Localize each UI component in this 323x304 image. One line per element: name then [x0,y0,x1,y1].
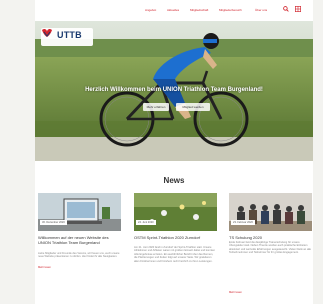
top-navigation: Angebot Aktuelles Mitgliedschaft Mitglie… [35,0,313,21]
hero-more-button[interactable]: Mehr erfahren [143,103,169,111]
news-card-image[interactable]: 30. Dezember 2020 [38,193,121,231]
news-card-title[interactable]: OSTM Sprint-Triathlon 2020 Zurndorf [134,235,217,240]
news-card-read-more[interactable]: Mehr lesen [229,291,242,294]
nav-item-mitgliedschaft[interactable]: Mitgliedschaft [190,8,208,12]
grid-icon[interactable] [294,5,301,13]
news-card-date: 23. Februar 2020 [231,220,255,225]
hero-join-button[interactable]: Mitglied werden [176,103,210,111]
news-card-image[interactable]: 23. Februar 2020 [229,193,312,231]
news-card-title[interactable]: TS Schulung 2020 [229,235,312,240]
logo-text: UTTB [57,30,82,40]
laptop-desk-image [38,193,121,231]
news-card-title[interactable]: Willkommen auf der neuen Website des UNI… [38,235,121,245]
news-card-image[interactable]: 24. Juni 2020 [134,193,217,231]
site-logo[interactable]: UTTB [41,28,93,46]
nav-item-ueber-uns[interactable]: Über uns [255,8,267,12]
page: Angebot Aktuelles Mitgliedschaft Mitglie… [35,0,313,304]
nav-item-mitgliederbereich[interactable]: Mitgliederbereich [219,8,242,12]
news-card-date: 24. Juni 2020 [136,220,156,225]
news-card-excerpt: Ende Februar fand die diesjährige Traine… [229,241,311,255]
flowers-image [134,193,217,231]
news-card-read-more[interactable]: Mehr lesen [38,266,51,269]
news-card-excerpt: Am 21. Juni 2020 fand in Zurndorf der Sp… [134,246,216,263]
search-icon[interactable] [282,6,289,13]
logo-mark-icon [42,28,52,37]
news-section-title: News [163,176,185,185]
news-card-date: 30. Dezember 2020 [40,220,67,225]
news-card-excerpt: Liebe Mitglieder und Freunde des Vereins… [38,252,120,259]
nav-item-angebot[interactable]: Angebot [145,8,156,12]
group-photo-image [229,193,312,231]
hero-heading: Herzlich Willkommen beim UNION Triathlon… [85,87,263,93]
nav-item-aktuelles[interactable]: Aktuelles [167,8,179,12]
hero-banner: UTTB Herzlich Willkommen beim UNION Tria… [35,21,313,161]
